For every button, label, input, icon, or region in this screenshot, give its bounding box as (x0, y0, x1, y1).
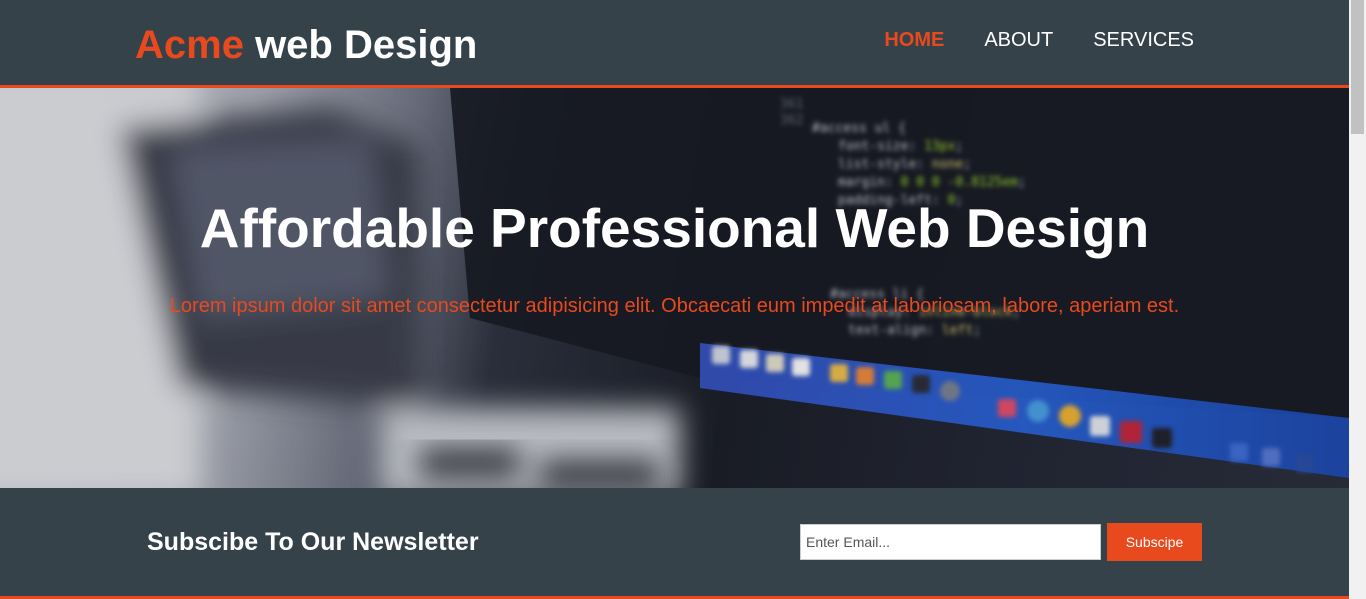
newsletter-title: Subscibe To Our Newsletter (147, 528, 479, 556)
newsletter-section: Subscibe To Our Newsletter Subscipe (0, 488, 1349, 599)
logo-text: web Design (243, 23, 478, 67)
scrollbar-thumb[interactable] (1351, 0, 1364, 134)
page: Acme web Design Home About Services (0, 0, 1349, 599)
page-scrollbar[interactable] (1349, 0, 1366, 599)
email-input[interactable] (800, 524, 1101, 560)
nav-services-link[interactable]: Services (1093, 26, 1194, 54)
site-logo[interactable]: Acme web Design (135, 22, 477, 68)
site-header: Acme web Design Home About Services (0, 0, 1349, 88)
logo-highlight: Acme (135, 23, 244, 67)
hero-showcase: 361 362 #access ul { font-size: 13px; li… (0, 88, 1349, 488)
hero-title: Affordable Professional Web Design (199, 197, 1150, 259)
subscribe-button[interactable]: Subscipe (1107, 523, 1202, 561)
main-nav: Home About Services (884, 26, 1194, 54)
hero-description: Lorem ipsum dolor sit amet consectetur a… (169, 295, 1180, 317)
nav-home-link[interactable]: Home (884, 26, 944, 54)
hero-background-image: 361 362 #access ul { font-size: 13px; li… (0, 88, 1349, 488)
nav-about-link[interactable]: About (984, 26, 1053, 54)
